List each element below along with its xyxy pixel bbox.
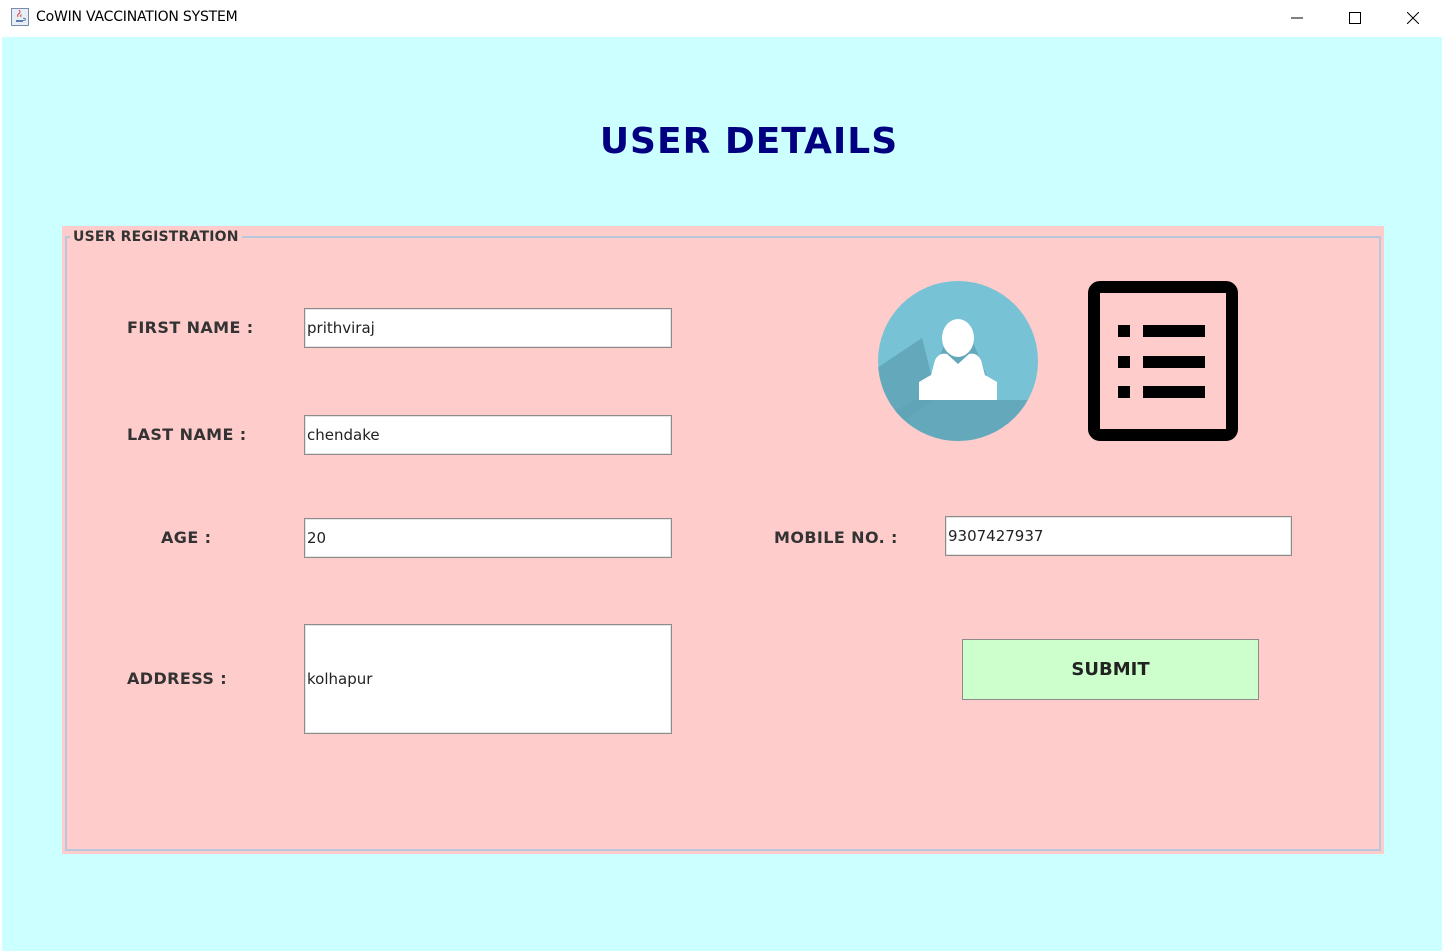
age-input[interactable] — [304, 518, 672, 558]
list-document-icon — [1088, 281, 1238, 441]
panel-legend: USER REGISTRATION — [70, 229, 242, 245]
last-name-label: LAST NAME : — [127, 425, 247, 444]
java-app-icon — [11, 8, 29, 26]
mobile-input[interactable] — [945, 516, 1292, 556]
age-label: AGE : — [161, 528, 212, 547]
minimize-icon — [1291, 17, 1303, 19]
address-textarea[interactable]: kolhapur — [304, 624, 672, 734]
submit-button[interactable]: SUBMIT — [962, 639, 1259, 700]
first-name-input[interactable] — [304, 308, 672, 348]
mobile-label: MOBILE NO. : — [774, 528, 898, 547]
minimize-button[interactable] — [1268, 0, 1326, 36]
close-button[interactable] — [1384, 0, 1442, 36]
first-name-label: FIRST NAME : — [127, 318, 254, 337]
close-icon — [1407, 12, 1419, 24]
window-title: CoWIN VACCINATION SYSTEM — [36, 9, 238, 25]
user-registration-panel: USER REGISTRATION FIRST NAME : LAST NAME… — [62, 226, 1384, 854]
maximize-button[interactable] — [1326, 0, 1384, 36]
maximize-icon — [1349, 12, 1361, 24]
page-title: USER DETAILS — [599, 121, 899, 162]
main-content: USER DETAILS USER REGISTRATION FIRST NAM… — [2, 37, 1442, 951]
user-avatar-icon — [878, 281, 1038, 441]
window-titlebar: CoWIN VACCINATION SYSTEM — [0, 0, 1442, 36]
last-name-input[interactable] — [304, 415, 672, 455]
address-label: ADDRESS : — [127, 669, 228, 688]
